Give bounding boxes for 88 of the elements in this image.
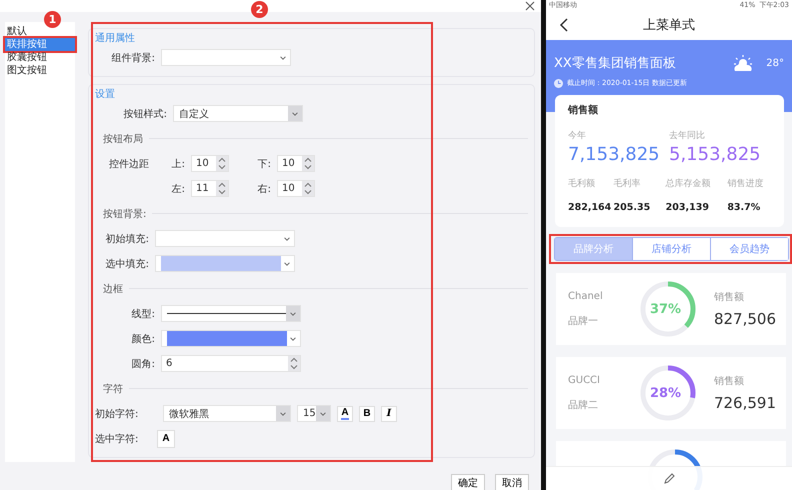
group-title: 通用属性 (95, 32, 135, 45)
step-badge: 2 (251, 1, 268, 18)
field-label: 圆角: (130, 358, 155, 370)
card-title: 销售额 (568, 103, 599, 117)
sidebar-item[interactable]: 图文按钮 (5, 64, 75, 77)
field-label: 线型: (130, 308, 155, 320)
field-label: 组件背景: (110, 52, 155, 64)
stat-value: 7,153,825 (568, 144, 661, 165)
section-label: 字符 (103, 382, 123, 396)
italic-button[interactable]: I (381, 406, 397, 422)
fill-dropdown[interactable] (155, 230, 295, 247)
percent-text: 37% (650, 302, 682, 316)
bold-button[interactable]: B (359, 406, 375, 422)
sales-label: 销售额 (714, 290, 745, 304)
number-field[interactable]: 10 (277, 180, 315, 197)
metric-label: 销售进度 (727, 178, 764, 190)
field-label: 下: (256, 158, 271, 170)
page-title: 上菜单式 (643, 17, 695, 34)
stat-label: 今年 (568, 130, 587, 142)
chevron-icon (279, 410, 287, 418)
dialog-button[interactable]: 确定 (451, 474, 485, 490)
stat-value: 5,153,825 (669, 144, 762, 165)
pencil-icon (662, 472, 676, 485)
chevron-icon (283, 234, 291, 242)
stat-label: 去年同比 (669, 130, 706, 142)
chevron-icon (319, 410, 327, 418)
clock-icon (554, 78, 563, 88)
chevron-icon (289, 310, 298, 318)
dialog-button[interactable]: 取消 (495, 474, 529, 490)
sidebar-item[interactable]: 胶囊按钮 (5, 51, 75, 64)
field-label: 上: (170, 158, 185, 170)
field-label: 控件边距 (109, 158, 150, 170)
chevron-icon (283, 260, 292, 268)
brand-name: GUCCI (568, 374, 601, 386)
stepper-icon (216, 181, 228, 196)
close-icon (525, 1, 535, 11)
field-label: 初始填充: (104, 232, 149, 246)
metric-value: 205.35 (614, 202, 652, 213)
number-field[interactable]: 11 (191, 180, 229, 197)
section-label: 按钮背景: (103, 208, 146, 220)
sales-label: 销售额 (714, 374, 745, 388)
brand-name: Chanel (568, 290, 604, 302)
field-label: 按钮样式: (122, 108, 167, 120)
color-dropdown[interactable] (161, 330, 301, 347)
sidebar-item[interactable]: 默认 (5, 25, 75, 38)
field-label: 右: (256, 182, 271, 196)
font-color-button[interactable]: A (337, 406, 353, 422)
font-dropdown[interactable]: 微软雅黑 (163, 405, 291, 422)
field-label: 左: (170, 182, 185, 196)
background-dropdown[interactable] (161, 49, 291, 66)
number-field[interactable]: 10 (191, 155, 229, 172)
style-dropdown[interactable]: 自定义 (173, 105, 303, 122)
brand-rank: 品牌二 (568, 398, 599, 412)
temperature-text: 28° (766, 58, 784, 68)
field-label: 选中填充: (104, 258, 149, 270)
field-label: 初始字符: (95, 408, 140, 420)
stepper-icon (216, 156, 228, 171)
stepper-icon (302, 181, 314, 196)
size-dropdown[interactable]: 15 (297, 405, 331, 422)
chevron-icon (289, 334, 298, 342)
metric-value: 83.7% (727, 202, 762, 213)
back-icon (559, 18, 569, 32)
brand-rank: 品牌一 (568, 314, 599, 328)
group-title: 设置 (95, 88, 115, 101)
metric-label: 总库存金额 (666, 178, 712, 190)
stepper-icon (302, 156, 314, 171)
chevron-icon (279, 54, 287, 62)
dashboard-title: XX零售集团销售面板 (554, 55, 677, 72)
sales-value: 827,506 (714, 310, 776, 328)
stepper-icon (288, 356, 300, 371)
number-field[interactable]: 6 (161, 355, 301, 372)
field-label: 颜色: (130, 332, 155, 346)
weather-icon (732, 54, 754, 72)
font-color-button[interactable]: A (157, 430, 175, 448)
fill-dropdown[interactable] (155, 255, 295, 272)
metric-value: 203,139 (666, 202, 710, 213)
section-label: 按钮布局 (103, 132, 143, 146)
percent-text: 28% (650, 386, 682, 400)
line-style-dropdown[interactable] (161, 305, 301, 322)
metric-label: 毛利率 (614, 178, 642, 190)
metric-label: 毛利额 (568, 178, 596, 190)
sales-value: 726,591 (714, 394, 776, 412)
number-field[interactable]: 10 (277, 155, 315, 172)
metric-value: 282,164 (568, 202, 612, 213)
chevron-icon (291, 110, 299, 118)
section-label: 边框 (103, 282, 123, 296)
sidebar-item[interactable]: 联排按钮 (5, 38, 75, 51)
field-label: 选中字符: (95, 432, 140, 446)
